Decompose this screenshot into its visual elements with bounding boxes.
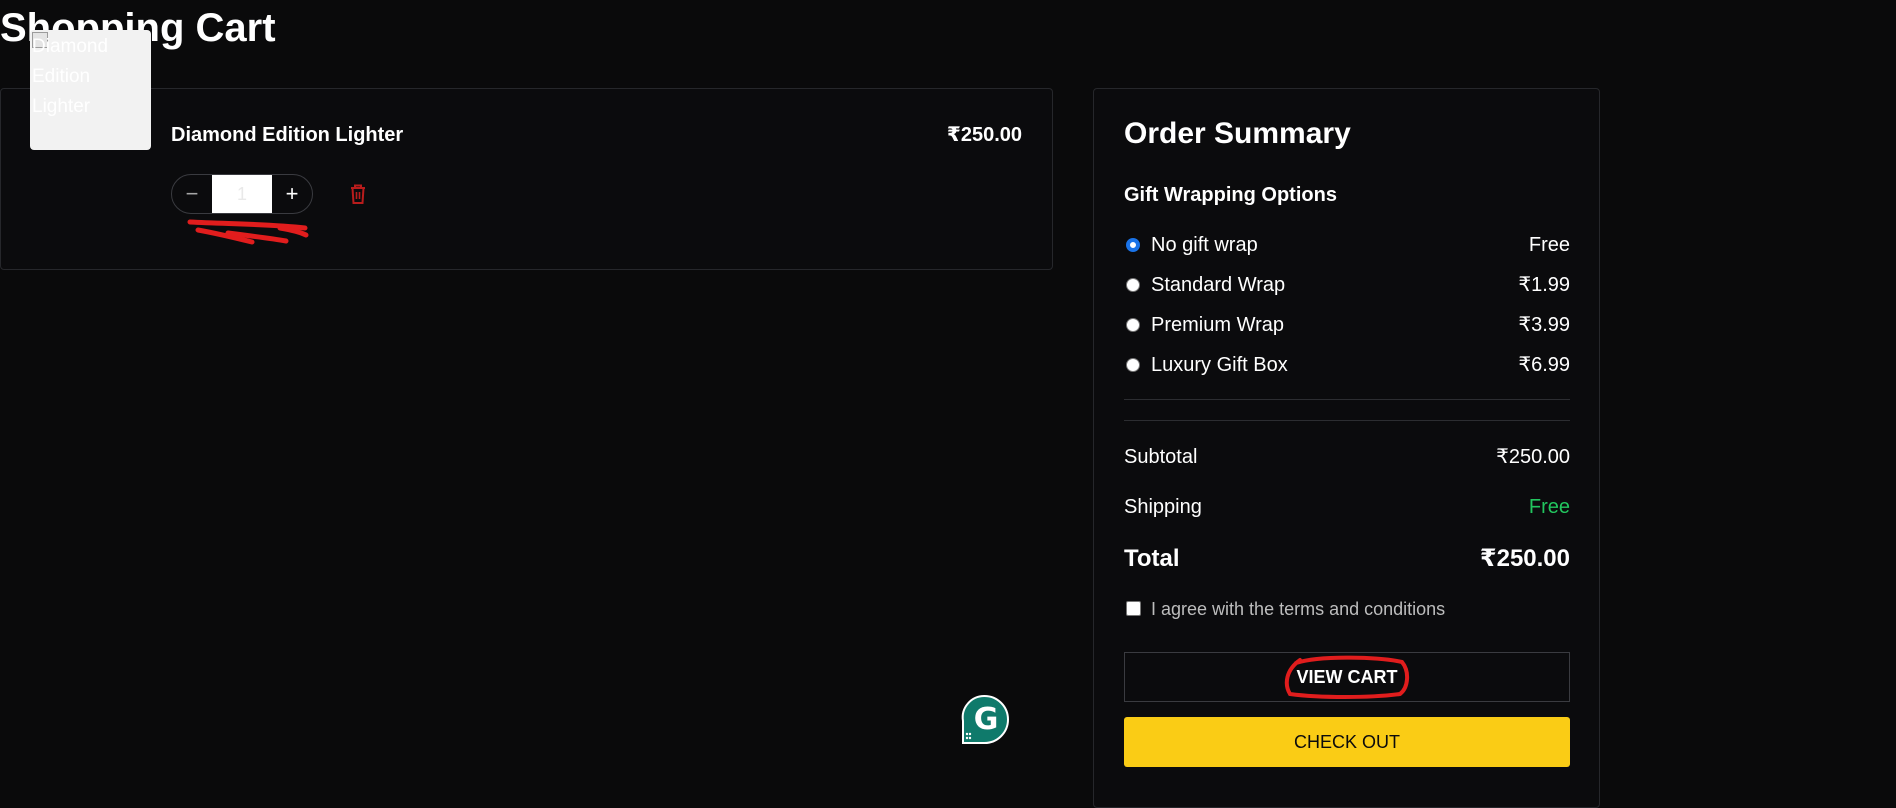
checkout-button[interactable]: CHECK OUT [1124,717,1570,767]
radio-button[interactable] [1126,318,1140,332]
view-cart-button[interactable]: VIEW CART [1124,652,1570,702]
gift-wrapping-heading: Gift Wrapping Options [1124,184,1337,206]
gift-option-price: ₹1.99 [1518,274,1570,296]
gift-option-price: ₹3.99 [1518,314,1570,336]
badge-letter: G [974,702,999,737]
total-value: ₹250.00 [1479,545,1570,572]
product-name[interactable]: Diamond Edition Lighter [171,120,403,150]
grammarly-badge-icon[interactable]: G [959,694,1010,745]
quantity-stepper: − + [171,174,313,214]
summary-divider [1124,399,1570,400]
gift-option-label: Luxury Gift Box [1151,354,1288,376]
plus-icon: + [285,181,299,206]
quantity-input[interactable] [212,175,272,213]
summary-divider [1124,420,1570,421]
product-image-alt-text: Diamond Edition Lighter [32,36,109,117]
minus-icon: − [185,181,199,206]
total-row: Total ₹250.00 [1124,543,1570,575]
terms-label[interactable]: I agree with the terms and conditions [1151,594,1445,624]
terms-checkbox[interactable] [1126,601,1141,616]
trash-icon[interactable] [348,183,368,205]
terms-row: I agree with the terms and conditions [1124,594,1570,624]
gift-option-price: ₹6.99 [1518,354,1570,376]
gift-option-label: Standard Wrap [1151,274,1286,296]
cart-item-card [0,88,1053,270]
shipping-value: Free [1528,496,1570,518]
gift-option-standard-wrap[interactable]: Standard Wrap ₹1.99 [1124,270,1570,300]
gift-option-no-gift-wrap[interactable]: No gift wrap Free [1124,230,1570,260]
subtotal-value: ₹250.00 [1496,446,1570,468]
increase-quantity-button[interactable]: + [272,175,312,213]
total-label: Total [1124,545,1180,572]
gift-option-luxury-gift-box[interactable]: Luxury Gift Box ₹6.99 [1124,350,1570,380]
product-price: ₹250.00 [946,124,1022,146]
decrease-quantity-button[interactable]: − [172,175,212,213]
radio-button[interactable] [1126,238,1140,252]
subtotal-row: Subtotal ₹250.00 [1124,441,1570,473]
gift-option-price: Free [1528,234,1570,256]
subtotal-label: Subtotal [1124,446,1198,468]
gift-option-premium-wrap[interactable]: Premium Wrap ₹3.99 [1124,310,1570,340]
radio-button[interactable] [1126,278,1140,292]
order-summary-title: Order Summary [1124,117,1351,150]
gift-option-label: Premium Wrap [1151,314,1284,336]
shipping-row: Shipping Free [1124,491,1570,523]
product-image[interactable]: Diamond Edition Lighter [30,30,151,150]
radio-button[interactable] [1126,358,1140,372]
shipping-label: Shipping [1124,496,1202,518]
gift-option-label: No gift wrap [1151,234,1258,256]
